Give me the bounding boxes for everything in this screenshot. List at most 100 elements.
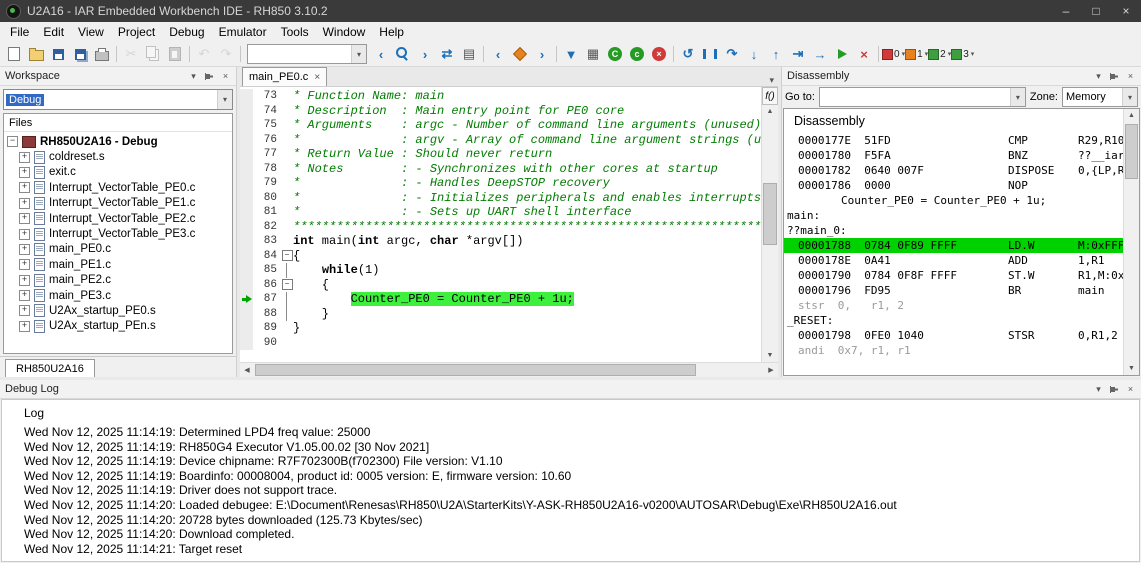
breakpoint-margin[interactable] — [240, 292, 253, 307]
tree-item[interactable]: + Interrupt_VectorTable_PE2.c — [4, 211, 232, 226]
menu-item-emulator[interactable]: Emulator — [212, 23, 274, 42]
breakpoint-margin[interactable] — [240, 190, 253, 205]
collapse-icon[interactable]: − — [7, 136, 18, 148]
breakpoint-margin[interactable] — [240, 248, 253, 263]
breakpoint-margin[interactable] — [240, 161, 253, 176]
chevron-down-icon[interactable]: ▾ — [1122, 88, 1137, 106]
breakpoint-margin[interactable] — [240, 132, 253, 147]
editor-line[interactable]: 88 } — [240, 306, 761, 322]
scroll-left-icon[interactable]: ◀ — [240, 363, 254, 377]
scroll-up-icon[interactable]: ▲ — [1124, 109, 1139, 122]
fold-margin[interactable]: − — [281, 249, 293, 264]
fold-margin[interactable] — [281, 191, 293, 206]
workspace-tab[interactable]: RH850U2A16 — [5, 359, 95, 377]
chevron-down-icon[interactable]: ▾ — [1093, 71, 1104, 82]
breakpoint-margin[interactable] — [240, 205, 253, 220]
pin-icon[interactable] — [1109, 385, 1120, 394]
expand-icon[interactable]: + — [19, 197, 30, 209]
cut-button[interactable]: ✂ — [120, 44, 142, 64]
expand-icon[interactable]: + — [19, 320, 30, 332]
editor-line[interactable]: 83 int main(int argc, char *argv[]) — [240, 234, 761, 249]
breakpoint-margin[interactable] — [240, 321, 253, 336]
editor-hscrollbar[interactable]: ◀ ▶ — [240, 362, 778, 377]
disassembly-row[interactable]: 00001790 0784 0F8F FFFF ST.W R1,M:0xFFFF — [784, 268, 1123, 283]
editor-line[interactable]: 73 * Function Name: main — [240, 89, 761, 104]
disassembly-row[interactable]: 00001780 F5FA BNZ ??__iar_da — [784, 148, 1123, 163]
tree-item[interactable]: + exit.c — [4, 165, 232, 180]
fold-collapse-icon[interactable]: − — [281, 279, 293, 291]
chevron-down-icon[interactable]: ▾ — [217, 90, 232, 109]
fold-margin[interactable] — [281, 321, 293, 336]
tree-item[interactable]: + main_PE0.c — [4, 242, 232, 257]
chevron-down-icon[interactable]: ▾ — [1093, 384, 1104, 395]
find-next-button[interactable]: › — [414, 44, 436, 64]
stop-debugging-button[interactable]: × — [853, 44, 875, 64]
fold-margin[interactable] — [281, 306, 293, 322]
previous-bookmark-button[interactable]: ‹ — [487, 44, 509, 64]
scrollbar-thumb[interactable] — [255, 364, 696, 376]
fold-margin[interactable] — [281, 118, 293, 133]
breakpoint-margin[interactable] — [240, 118, 253, 133]
tree-item[interactable]: + main_PE2.c — [4, 273, 232, 288]
expand-icon[interactable]: + — [19, 305, 30, 317]
scroll-down-icon[interactable]: ▼ — [1124, 362, 1139, 375]
menu-item-debug[interactable]: Debug — [162, 23, 211, 42]
breakpoint-margin[interactable] — [240, 103, 253, 118]
menu-item-help[interactable]: Help — [372, 23, 411, 42]
paste-button[interactable] — [164, 44, 186, 64]
editor-lines[interactable]: 73 * Function Name: main 74 * Description :… — [240, 87, 761, 362]
view-1-button[interactable]: 1 ▾ — [905, 44, 928, 64]
redo-button[interactable]: ↷ — [215, 44, 237, 64]
disassembly-row[interactable]: stsr 0, r1, 2 — [784, 298, 1123, 313]
editor-line[interactable]: 77 * Return Value : Should never return — [240, 147, 761, 162]
fold-margin[interactable]: − — [281, 278, 293, 293]
menu-item-project[interactable]: Project — [111, 23, 162, 42]
cstat-analyze-button[interactable]: C — [604, 44, 626, 64]
scroll-down-icon[interactable]: ▼ — [762, 349, 778, 362]
menu-item-window[interactable]: Window — [316, 23, 373, 42]
view-0-button[interactable]: 0 ▾ — [882, 44, 905, 64]
disassembly-row[interactable]: 00001796 FD95 BR main — [784, 283, 1123, 298]
breakpoint-margin[interactable] — [240, 234, 253, 249]
editor-line[interactable]: 79 * : - Handles DeepSTOP recovery — [240, 176, 761, 191]
scrollbar-thumb[interactable] — [1125, 124, 1138, 179]
chevron-down-icon[interactable]: ▾ — [188, 71, 199, 82]
scrollbar-track[interactable] — [762, 118, 778, 349]
pin-icon[interactable] — [204, 72, 215, 81]
editor-line[interactable]: 76 * : argv - Array of command line argum… — [240, 132, 761, 147]
close-icon[interactable]: × — [1125, 71, 1136, 81]
fold-margin[interactable] — [281, 336, 293, 351]
breakpoint-margin[interactable] — [240, 306, 253, 321]
expand-icon[interactable]: + — [19, 228, 30, 240]
fold-collapse-icon[interactable]: − — [281, 250, 293, 262]
reset-button[interactable]: ↺ — [677, 44, 699, 64]
run-to-cursor-button[interactable]: → — [809, 44, 831, 64]
expand-icon[interactable]: + — [19, 166, 30, 178]
scroll-up-icon[interactable]: ▲ — [762, 105, 778, 118]
expand-icon[interactable]: + — [19, 243, 30, 255]
disassembly-row[interactable]: ??main_0: — [784, 223, 1123, 238]
goto-combo[interactable]: ▾ — [818, 87, 1026, 107]
tree-item[interactable]: − RH850U2A16 - Debug — [4, 134, 232, 149]
editor-tab[interactable]: main_PE0.c × — [242, 67, 328, 86]
disassembly-row[interactable]: 00001788 0784 0F89 FFFF LD.W M:0xFFFFFF — [784, 238, 1123, 253]
tree-item[interactable]: + Interrupt_VectorTable_PE3.c — [4, 226, 232, 241]
open-file-button[interactable] — [25, 44, 47, 64]
expand-icon[interactable]: + — [19, 151, 30, 163]
new-document-button[interactable] — [3, 44, 25, 64]
disassembly-row[interactable]: main: — [784, 208, 1123, 223]
save-all-button[interactable] — [69, 44, 91, 64]
disassembly-scrollbar[interactable]: ▲ ▼ — [1123, 109, 1139, 375]
editor-line[interactable]: 74 * Description : Main entry point for P… — [240, 103, 761, 118]
scroll-right-icon[interactable]: ▶ — [764, 363, 778, 377]
maximize-button[interactable]: □ — [1081, 0, 1111, 22]
debug-log-content[interactable]: Log Wed Nov 12, 2025 11:14:19: Determine… — [1, 399, 1140, 562]
close-button[interactable]: × — [1111, 0, 1141, 22]
fold-margin[interactable] — [281, 176, 293, 191]
menu-item-edit[interactable]: Edit — [36, 23, 71, 42]
break-button[interactable] — [699, 44, 721, 64]
fold-margin[interactable] — [281, 162, 293, 177]
editor-line[interactable]: 80 * : - Initializes peripherals and enab… — [240, 190, 761, 206]
tree-item[interactable]: + main_PE1.c — [4, 257, 232, 272]
disassembly-row[interactable]: 00001798 0FE0 1040 STSR 0,R1,2 — [784, 328, 1123, 343]
